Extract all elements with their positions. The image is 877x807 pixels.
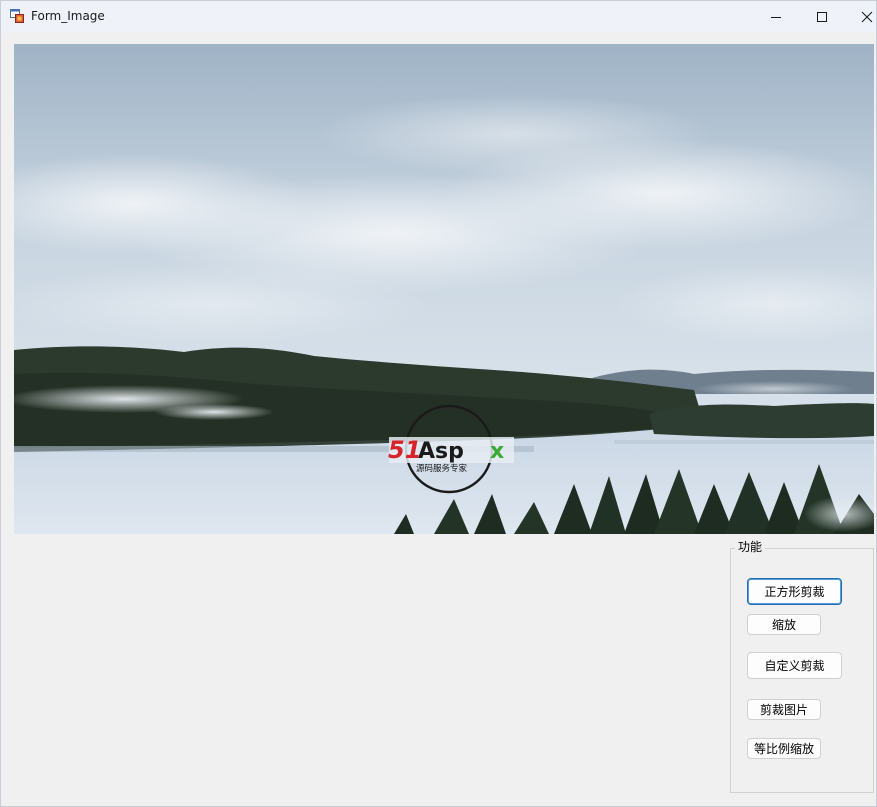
picture-box[interactable]: 51 Asp x 源码服务专家 (14, 44, 874, 534)
close-button[interactable] (844, 1, 877, 32)
close-icon (861, 11, 873, 22)
minimize-icon (771, 16, 781, 18)
landscape-image: 51 Asp x 源码服务专家 (14, 44, 874, 534)
title-bar[interactable]: Form_Image (1, 1, 876, 32)
crop-image-button[interactable]: 剪裁图片 (747, 699, 821, 720)
window-title: Form_Image (31, 9, 105, 23)
maximize-button[interactable] (799, 1, 845, 32)
proportional-zoom-button[interactable]: 等比例缩放 (747, 738, 821, 759)
square-crop-button[interactable]: 正方形剪裁 (747, 578, 842, 605)
form-image-window: Form_Image 51 Asp x 源码服务专家 功能 正方形剪裁 缩放 自… (0, 0, 877, 807)
functions-group-label: 功能 (735, 539, 766, 555)
minimize-button[interactable] (753, 1, 799, 32)
maximize-icon (817, 11, 827, 22)
logo-subtitle: 源码服务专家 (416, 463, 468, 474)
logo-text-green: x (490, 439, 504, 464)
custom-crop-button[interactable]: 自定义剪裁 (747, 652, 842, 679)
zoom-button[interactable]: 缩放 (747, 614, 821, 635)
logo-text-black: Asp (418, 439, 464, 464)
form-app-icon (10, 9, 24, 23)
logo-text-red: 51 (388, 436, 421, 464)
